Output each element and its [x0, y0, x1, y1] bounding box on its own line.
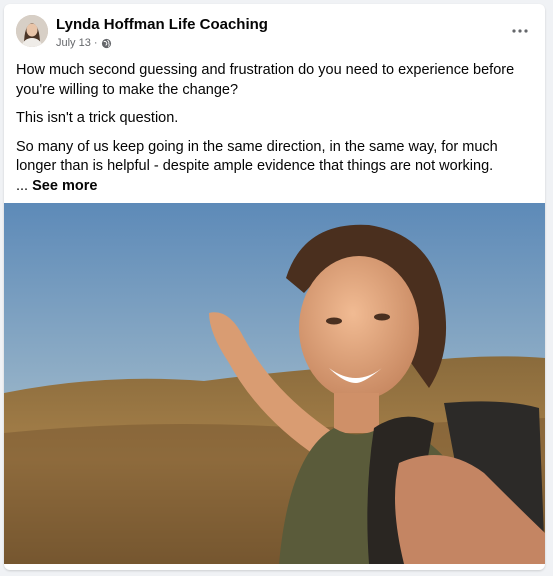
post-paragraph-2: This isn't a trick question.	[16, 110, 179, 126]
photo-image	[4, 203, 545, 564]
globe-icon[interactable]	[101, 38, 112, 49]
see-more-ellipsis: ...	[16, 177, 33, 194]
post-paragraph-1: How much second guessing and frustration…	[16, 62, 515, 98]
post-body: How much second guessing and frustration…	[16, 61, 536, 196]
more-options-icon	[512, 29, 528, 33]
avatar-image	[16, 15, 48, 47]
post-meta: July 13 ·	[56, 37, 112, 49]
author-avatar[interactable]	[16, 15, 48, 47]
author-name[interactable]: Lynda Hoffman Life Coaching	[56, 16, 268, 33]
post-date[interactable]: July 13	[56, 37, 91, 49]
post-card: Lynda Hoffman Life Coaching July 13 · Ho…	[4, 4, 545, 570]
post-paragraph-3: So many of us keep going in the same dir…	[16, 138, 498, 175]
post-header: Lynda Hoffman Life Coaching July 13 ·	[4, 4, 545, 56]
see-more-line: ... See more	[16, 177, 536, 197]
post-photo[interactable]	[4, 203, 545, 564]
see-more-link[interactable]: See more	[32, 178, 97, 194]
meta-separator: ·	[93, 37, 98, 49]
more-options-button[interactable]	[507, 18, 533, 44]
